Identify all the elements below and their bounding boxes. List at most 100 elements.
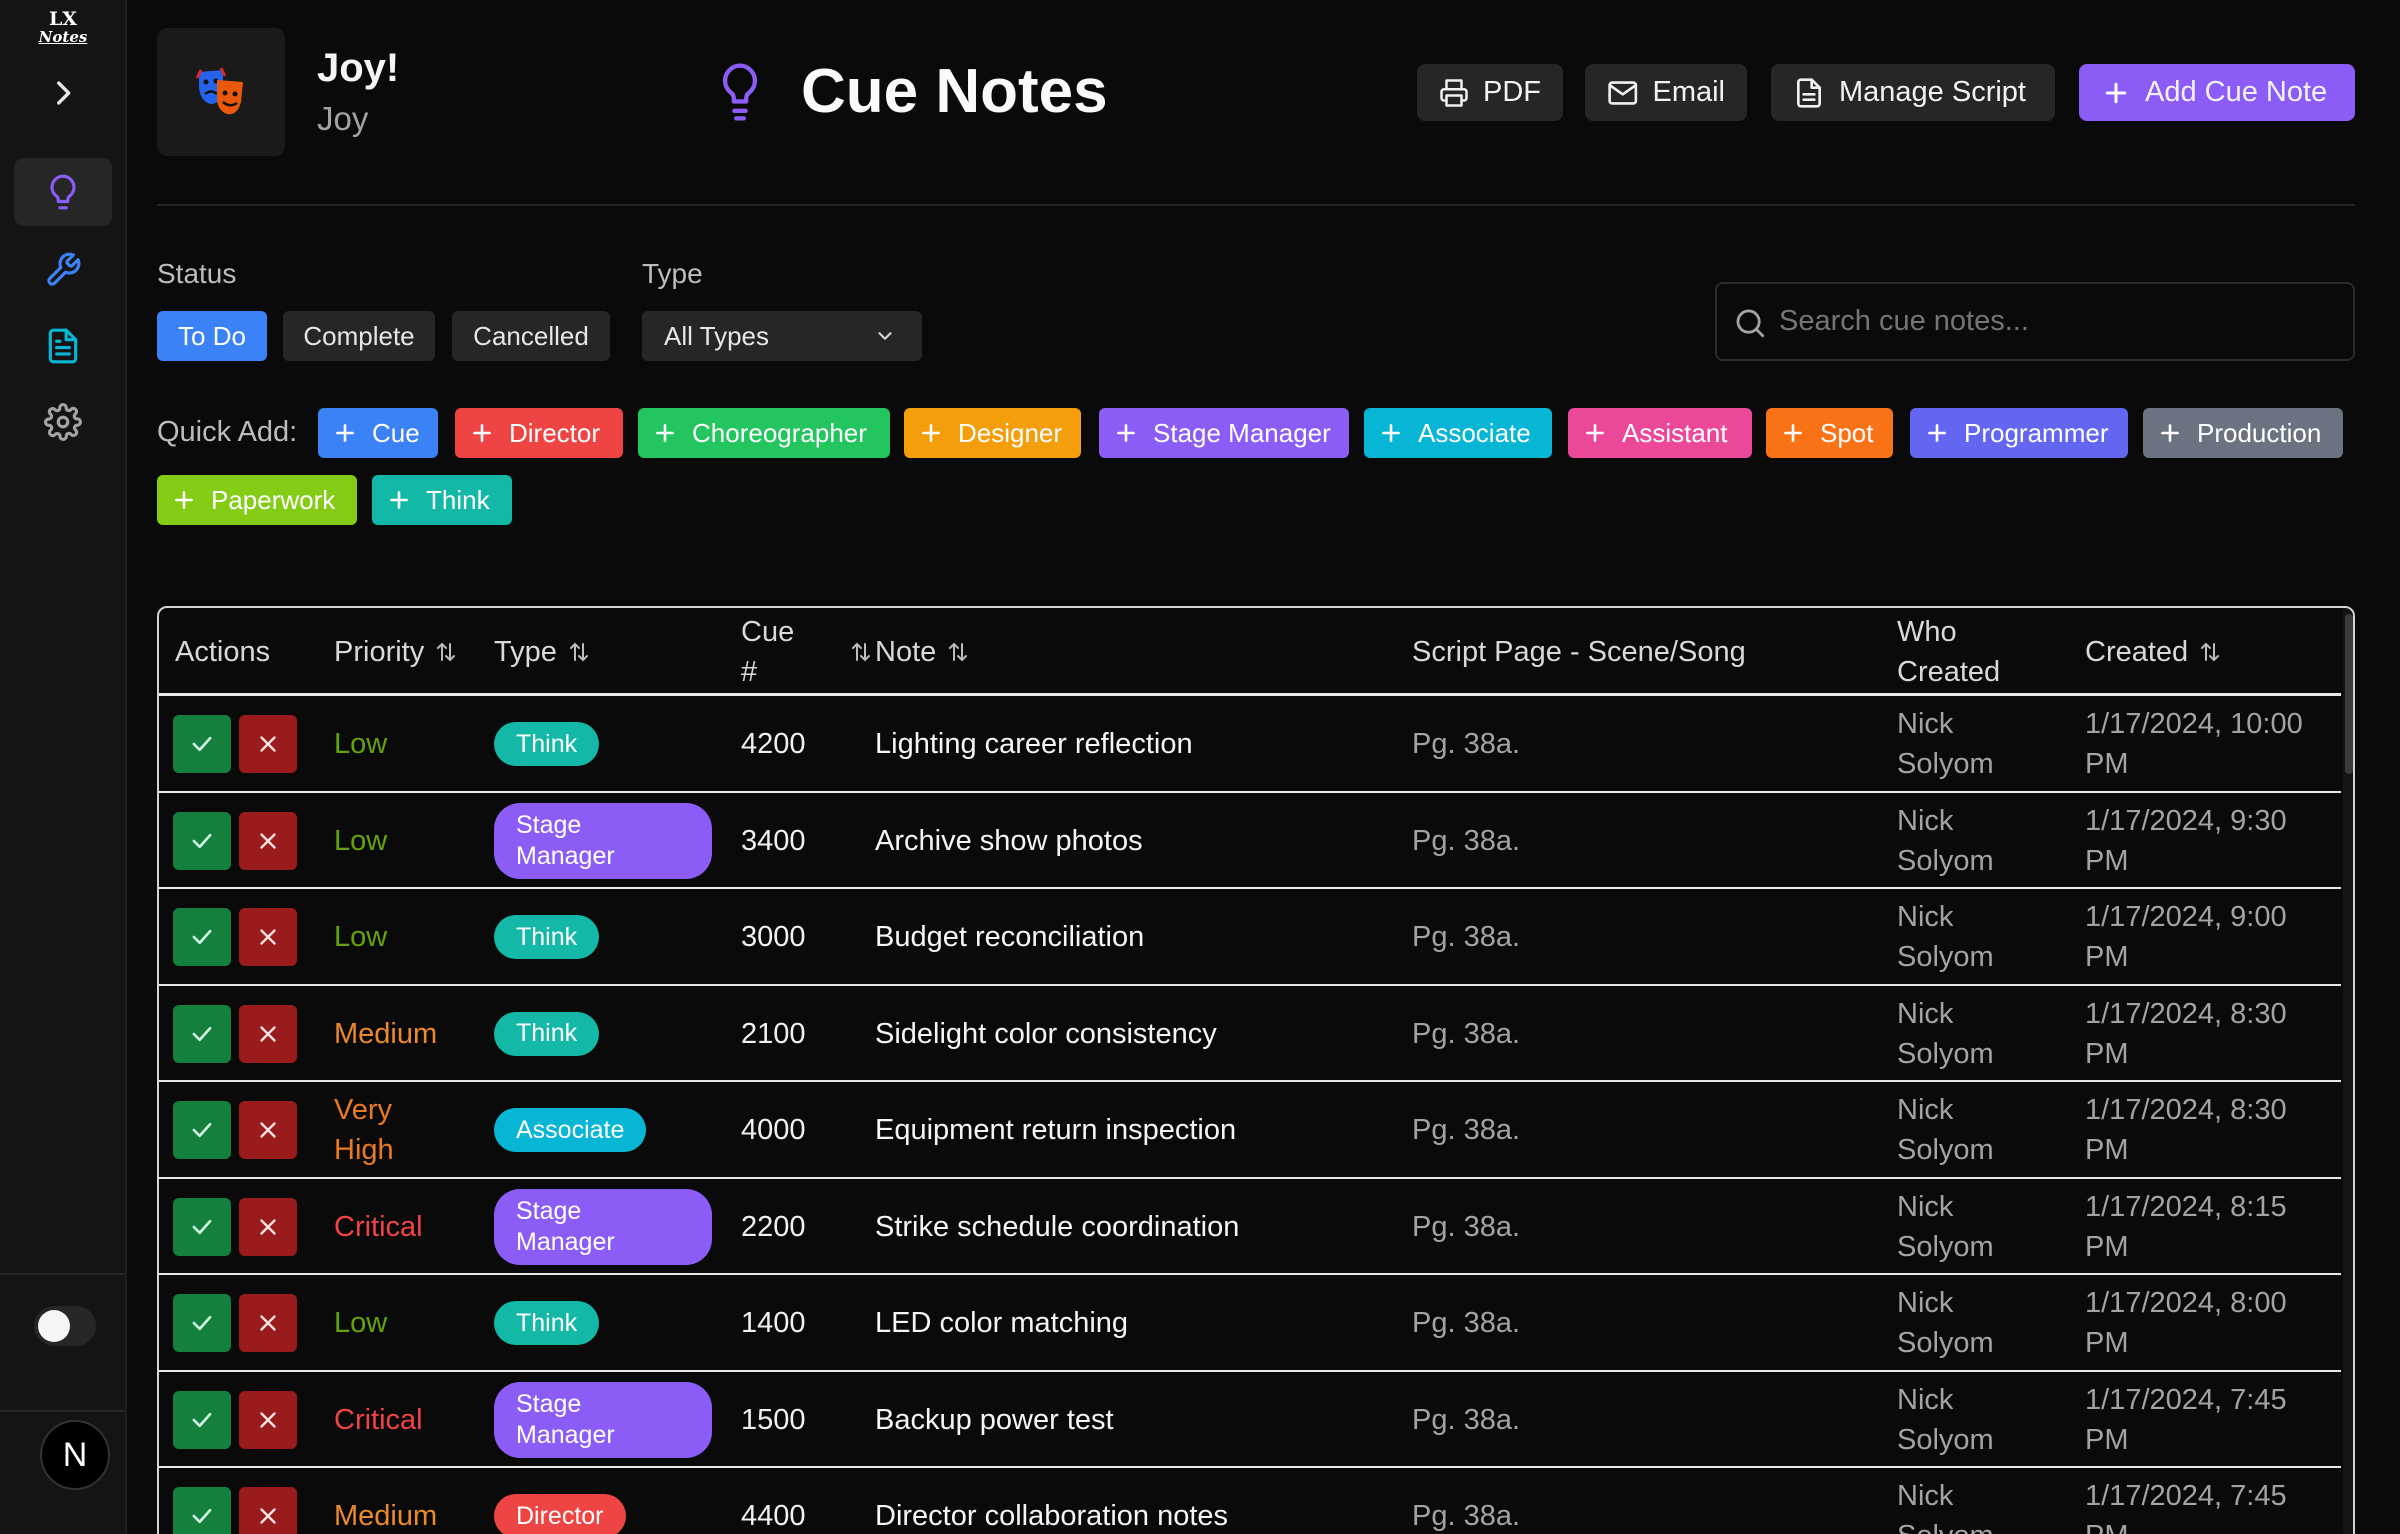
quick-add-assistant-button[interactable]: Assistant	[1568, 408, 1752, 458]
note-cell[interactable]: Backup power test	[875, 1400, 1114, 1440]
app-logo[interactable]: LX Notes	[38, 10, 88, 54]
quick-add-label-text: Production	[2197, 417, 2322, 448]
sidebar-item-settings[interactable]	[14, 388, 112, 456]
type-badge: Think	[494, 722, 600, 767]
table-row[interactable]: Low Think 4200 Lighting career reflection Pg…	[159, 696, 2341, 793]
plus-icon	[336, 424, 354, 442]
table-row[interactable]: Medium Director 4400 Director collaboration…	[159, 1468, 2341, 1534]
header-type[interactable]: Type	[494, 632, 591, 672]
note-cell[interactable]: Director collaboration notes	[875, 1496, 1228, 1534]
search-icon	[1736, 309, 1765, 338]
header-created[interactable]: Created	[2085, 632, 2222, 672]
complete-button[interactable]	[173, 715, 231, 774]
complete-button[interactable]	[173, 1101, 231, 1160]
production-subtitle: Joy	[317, 100, 369, 137]
cancel-button[interactable]	[239, 715, 297, 774]
theme-toggle[interactable]	[34, 1306, 96, 1346]
quick-add-programmer-button[interactable]: Programmer	[1910, 408, 2128, 458]
status-chip-complete[interactable]: Complete	[283, 311, 435, 361]
created-cell: 1/17/2024, 9:00 PM	[2085, 901, 2287, 974]
complete-button[interactable]	[173, 811, 231, 870]
pdf-button[interactable]: PDF	[1417, 64, 1563, 121]
quick-add-designer-button[interactable]: Designer	[904, 408, 1081, 458]
header-note[interactable]: Note	[875, 632, 970, 672]
quick-add-associate-button[interactable]: Associate	[1364, 408, 1552, 458]
cancel-button[interactable]	[239, 908, 297, 967]
quick-add-label-text: Paperwork	[211, 484, 336, 515]
quick-add-choreographer-button[interactable]: Choreographer	[638, 408, 890, 458]
type-badge: Stage Manager	[494, 1188, 712, 1265]
table-row[interactable]: Low Stage Manager 3400 Archive show photos Pg…	[159, 793, 2341, 889]
note-cell[interactable]: Budget reconciliation	[875, 917, 1144, 957]
cue-number-cell: 2200	[741, 1210, 806, 1243]
cancel-button[interactable]	[239, 1004, 297, 1063]
chevron-down-icon	[878, 332, 892, 340]
quick-add-think-button[interactable]: Think	[372, 475, 512, 525]
complete-button[interactable]	[173, 1487, 231, 1534]
add-cue-note-button[interactable]: Add Cue Note	[2079, 64, 2355, 121]
document-icon	[48, 328, 78, 364]
type-select[interactable]: All Types	[642, 311, 922, 361]
type-badge: Think	[494, 1301, 600, 1346]
cancel-button[interactable]	[239, 1390, 297, 1449]
quick-add-paperwork-button[interactable]: Paperwork	[157, 475, 357, 525]
quick-add-director-button[interactable]: Director	[455, 408, 623, 458]
cue-number-cell: 2100	[741, 1017, 806, 1050]
expand-sidebar-icon[interactable]	[46, 76, 80, 110]
quick-add-label-text: Stage Manager	[1153, 417, 1331, 448]
quick-add-stage-manager-button[interactable]: Stage Manager	[1099, 408, 1349, 458]
status-chip-cancelled[interactable]: Cancelled	[452, 311, 610, 361]
sort-icon	[437, 642, 456, 662]
search-input[interactable]	[1779, 305, 2319, 338]
quick-add-cue-button[interactable]: Cue	[318, 408, 438, 458]
status-chip-todo[interactable]: To Do	[157, 311, 267, 361]
note-cell[interactable]: Lighting career reflection	[875, 724, 1193, 764]
complete-button[interactable]	[173, 908, 231, 967]
search-box[interactable]	[1715, 282, 2355, 361]
cancel-button[interactable]	[239, 1197, 297, 1256]
note-cell[interactable]: Strike schedule coordination	[875, 1207, 1239, 1247]
check-icon	[192, 1026, 212, 1041]
table-row[interactable]: Critical Stage Manager 1500 Backup power tes…	[159, 1372, 2341, 1468]
note-cell[interactable]: Archive show photos	[875, 821, 1143, 861]
manage-script-button[interactable]: Manage Script	[1771, 64, 2055, 121]
table-row[interactable]: Low Think 1400 LED color matching Pg. 38a. Ni…	[159, 1275, 2341, 1372]
table-row[interactable]: Critical Stage Manager 2200 Strike schedule …	[159, 1179, 2341, 1275]
table-row[interactable]: Medium Think 2100 Sidelight color consisten…	[159, 986, 2341, 1082]
sidebar-item-work-notes[interactable]	[14, 236, 112, 304]
complete-button[interactable]	[173, 1294, 231, 1353]
cancel-button[interactable]	[239, 1487, 297, 1534]
header-script-page: Script Page - Scene/Song	[1412, 636, 1746, 668]
close-icon	[260, 1412, 276, 1428]
cue-number-cell: 3000	[741, 921, 806, 954]
cancel-button[interactable]	[239, 1294, 297, 1353]
cancel-button[interactable]	[239, 1101, 297, 1160]
sidebar-item-cue-notes[interactable]	[14, 158, 112, 226]
production-logo[interactable]	[157, 28, 285, 156]
header-cue[interactable]: Cue #	[741, 612, 794, 692]
check-icon	[192, 930, 212, 945]
cancel-button[interactable]	[239, 811, 297, 870]
header-priority[interactable]: Priority	[334, 632, 458, 672]
sidebar-item-production-notes[interactable]	[14, 312, 112, 380]
note-cell[interactable]: LED color matching	[875, 1303, 1128, 1343]
file-text-icon	[1797, 77, 1821, 108]
complete-button[interactable]	[173, 1390, 231, 1449]
quick-add-production-button[interactable]: Production	[2143, 408, 2343, 458]
close-icon	[260, 1508, 276, 1524]
complete-button[interactable]	[173, 1197, 231, 1256]
email-button[interactable]: Email	[1585, 64, 1747, 121]
note-cell[interactable]: Equipment return inspection	[875, 1110, 1236, 1150]
created-cell: 1/17/2024, 8:15 PM	[2085, 1190, 2287, 1263]
table-row[interactable]: Very High Associate 4000 Equipment return in…	[159, 1082, 2341, 1179]
quick-add-spot-button[interactable]: Spot	[1766, 408, 1893, 458]
table-scrollbar[interactable]	[2343, 608, 2353, 1534]
note-cell[interactable]: Sidelight color consistency	[875, 1014, 1217, 1054]
manage-script-button-label: Manage Script	[1839, 76, 2026, 108]
quick-add-label-text: Choreographer	[692, 417, 867, 448]
complete-button[interactable]	[173, 1004, 231, 1063]
avatar[interactable]: N	[40, 1420, 110, 1490]
table-row[interactable]: Low Think 3000 Budget reconciliation Pg. 38a…	[159, 889, 2341, 986]
plus-icon	[473, 424, 491, 442]
created-cell: 1/17/2024, 7:45PM	[2085, 1480, 2287, 1534]
